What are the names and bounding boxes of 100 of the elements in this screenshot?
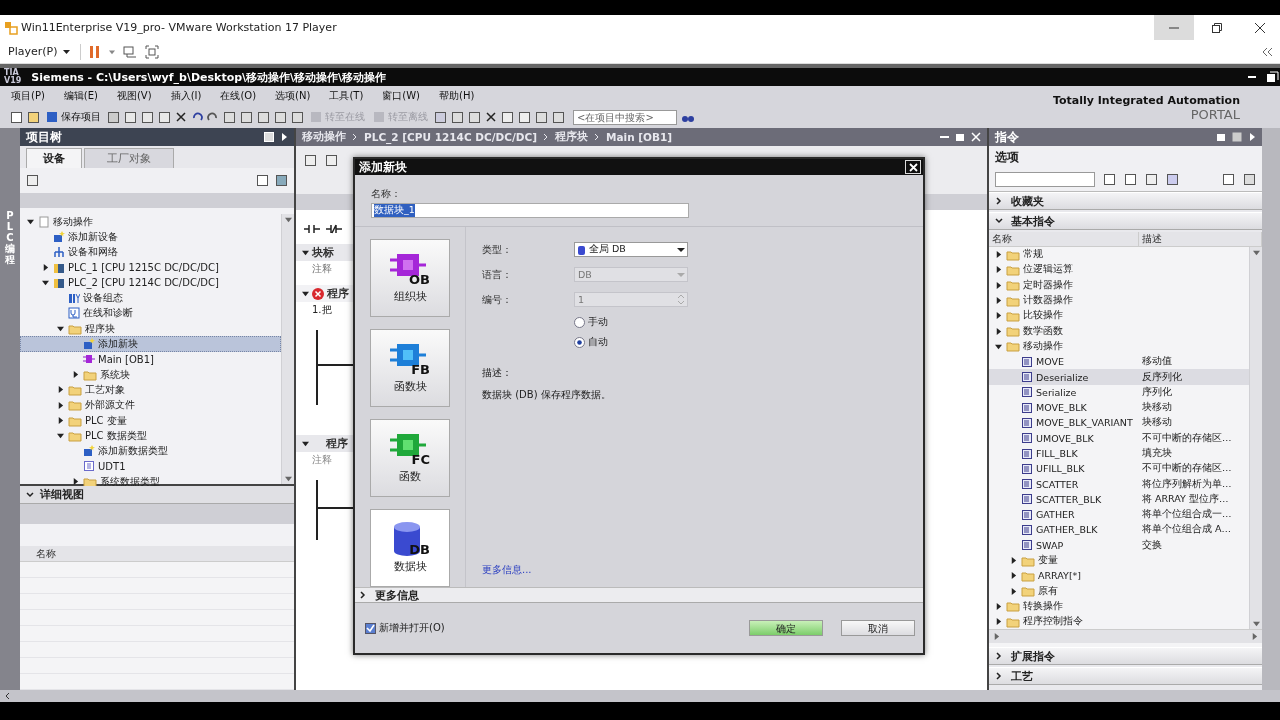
menu-item[interactable]: 视图(V): [113, 87, 155, 105]
instruction-row[interactable]: SWAP 交换: [989, 537, 1249, 553]
tree-item[interactable]: 设备组态: [20, 290, 281, 306]
tree-item[interactable]: PLC_1 [CPU 1215C DC/DC/DC]: [20, 259, 281, 276]
caret-down-icon[interactable]: [302, 249, 309, 256]
instruction-row[interactable]: UMOVE_BLK 不可中断的存储区…: [989, 430, 1249, 446]
radio-button[interactable]: [574, 316, 585, 328]
radio-option[interactable]: 手动: [574, 312, 608, 332]
caret-down-icon[interactable]: [41, 279, 49, 287]
instruction-row[interactable]: 移动操作: [989, 338, 1249, 355]
block-type-button[interactable]: FC 函数: [370, 419, 450, 497]
tree-item[interactable]: 在线和诊断: [20, 305, 281, 322]
chevron-right-icon[interactable]: [359, 591, 367, 599]
block-type-button[interactable]: FB 函数块: [370, 329, 450, 407]
caret-right-icon[interactable]: [994, 327, 1002, 335]
instruction-row[interactable]: FILL_BLK 填充块: [989, 445, 1249, 462]
instruction-row[interactable]: MOVE_BLK_VARIANT 块移动: [989, 415, 1249, 431]
tree-item[interactable]: PLC 变量: [20, 412, 281, 429]
chevron-down-icon[interactable]: [26, 490, 34, 499]
breadcrumb-item[interactable]: Main [OB1]: [606, 131, 673, 143]
instruction-row[interactable]: SCATTER 将位序列解析为单…: [989, 476, 1249, 492]
tree-item[interactable]: PLC_2 [CPU 1214C DC/DC/DC]: [20, 275, 281, 291]
caret-right-icon[interactable]: [994, 251, 1002, 259]
instruction-row[interactable]: 原有: [989, 583, 1249, 599]
menu-item[interactable]: 编辑(E): [60, 87, 101, 105]
toolbar-button[interactable]: 保存项目: [44, 108, 103, 126]
caret-right-icon[interactable]: [994, 281, 1002, 289]
instruction-row[interactable]: GATHER_BLK 将单个位组合成 A…: [989, 522, 1249, 538]
caret-down-icon[interactable]: [302, 290, 309, 297]
tree-item[interactable]: PLC 数据类型: [20, 428, 281, 444]
instruction-row[interactable]: 数学函数: [989, 323, 1249, 339]
tree-item[interactable]: Main [OB1]: [20, 351, 281, 367]
chevron-right-icon[interactable]: [995, 652, 1003, 661]
instruction-row[interactable]: 位逻辑运算: [989, 262, 1249, 278]
checkbox-option[interactable]: 新增并打开(O): [365, 621, 445, 635]
close-button[interactable]: [905, 160, 921, 174]
section-header[interactable]: 收藏夹: [989, 192, 1262, 210]
caret-down-icon[interactable]: [26, 218, 34, 226]
instruction-row[interactable]: SCATTER_BLK 将 ARRAY 型位序…: [989, 491, 1249, 508]
side-tab[interactable]: PLC 编程: [5, 210, 15, 265]
tab[interactable]: 工厂对象: [84, 148, 174, 168]
caret-right-icon[interactable]: [994, 312, 1002, 320]
block-type-button[interactable]: OB 组织块: [370, 239, 450, 317]
tree-item[interactable]: 设备和网络: [20, 244, 281, 260]
radio-button[interactable]: [574, 336, 585, 348]
caret-right-icon[interactable]: [994, 297, 1002, 305]
breadcrumb-item[interactable]: PLC_2 [CPU 1214C DC/DC/DC]: [364, 131, 537, 143]
menu-item[interactable]: 工具(T): [326, 87, 367, 105]
player-menu[interactable]: Player(P): [6, 41, 73, 62]
radio-option[interactable]: 自动: [574, 332, 608, 352]
instruction-row[interactable]: 常规: [989, 247, 1249, 263]
section-header[interactable]: 扩展指令: [989, 647, 1262, 666]
section-header[interactable]: 工艺: [989, 667, 1262, 686]
cancel-button[interactable]: 取消: [841, 620, 915, 636]
instruction-row[interactable]: Serialize 序列化: [989, 384, 1249, 400]
menu-item[interactable]: 在线(O): [217, 87, 260, 105]
caret-down-icon[interactable]: [56, 325, 64, 333]
chevron-right-icon[interactable]: [995, 672, 1003, 681]
instruction-row[interactable]: 比较操作: [989, 308, 1249, 324]
menu-item[interactable]: 帮助(H): [436, 87, 478, 105]
tree-item[interactable]: 移动操作: [20, 214, 281, 230]
tree-item[interactable]: 外部源文件: [20, 397, 281, 413]
section-header[interactable]: 基本指令: [989, 212, 1262, 230]
caret-right-icon[interactable]: [1009, 587, 1017, 595]
chevron-right-icon[interactable]: [995, 197, 1003, 205]
tree-item[interactable]: UDT1: [20, 458, 281, 475]
caret-right-icon[interactable]: [56, 386, 64, 394]
caret-down-icon[interactable]: [994, 342, 1002, 350]
caret-right-icon[interactable]: [41, 264, 49, 272]
tree-item[interactable]: 添加新块: [20, 336, 281, 352]
instruction-row[interactable]: UFILL_BLK 不可中断的存储区…: [989, 461, 1249, 477]
instruction-row[interactable]: 转换操作: [989, 598, 1249, 615]
caret-right-icon[interactable]: [1009, 557, 1017, 565]
instruction-row[interactable]: 计数器操作: [989, 292, 1249, 309]
caret-right-icon[interactable]: [994, 602, 1002, 610]
instruction-row[interactable]: ARRAY[*]: [989, 568, 1249, 584]
chevron-down-icon[interactable]: [995, 217, 1003, 225]
instruction-row[interactable]: Deserialize 反序列化: [989, 369, 1249, 385]
caret-right-icon[interactable]: [56, 417, 64, 424]
search-field[interactable]: [995, 172, 1095, 187]
tree-item[interactable]: 添加新数据类型: [20, 443, 281, 459]
caret-down-icon[interactable]: [302, 440, 309, 447]
menu-item[interactable]: 选项(N): [272, 87, 314, 105]
caret-right-icon[interactable]: [56, 401, 64, 409]
dropdown-field[interactable]: 全局 DB: [574, 242, 688, 257]
breadcrumb-item[interactable]: 程序块: [555, 130, 588, 144]
caret-right-icon[interactable]: [71, 371, 79, 379]
name-field[interactable]: 数据块_1: [371, 203, 689, 218]
menu-item[interactable]: 插入(I): [167, 87, 205, 105]
instruction-row[interactable]: MOVE 移动值: [989, 354, 1249, 370]
tree-item[interactable]: 程序块: [20, 321, 281, 337]
caret-right-icon[interactable]: [994, 266, 1002, 274]
caret-right-icon[interactable]: [994, 618, 1002, 626]
caret-down-icon[interactable]: [56, 432, 64, 440]
tree-item[interactable]: 系统块: [20, 366, 281, 383]
section-header[interactable]: 更多信息: [355, 587, 923, 602]
instruction-row[interactable]: 定时器操作: [989, 277, 1249, 293]
instruction-row[interactable]: GATHER 将单个位组合成一…: [989, 507, 1249, 523]
instruction-row[interactable]: 程序控制指令: [989, 614, 1249, 630]
search-field[interactable]: <在项目中搜索>: [573, 109, 677, 125]
